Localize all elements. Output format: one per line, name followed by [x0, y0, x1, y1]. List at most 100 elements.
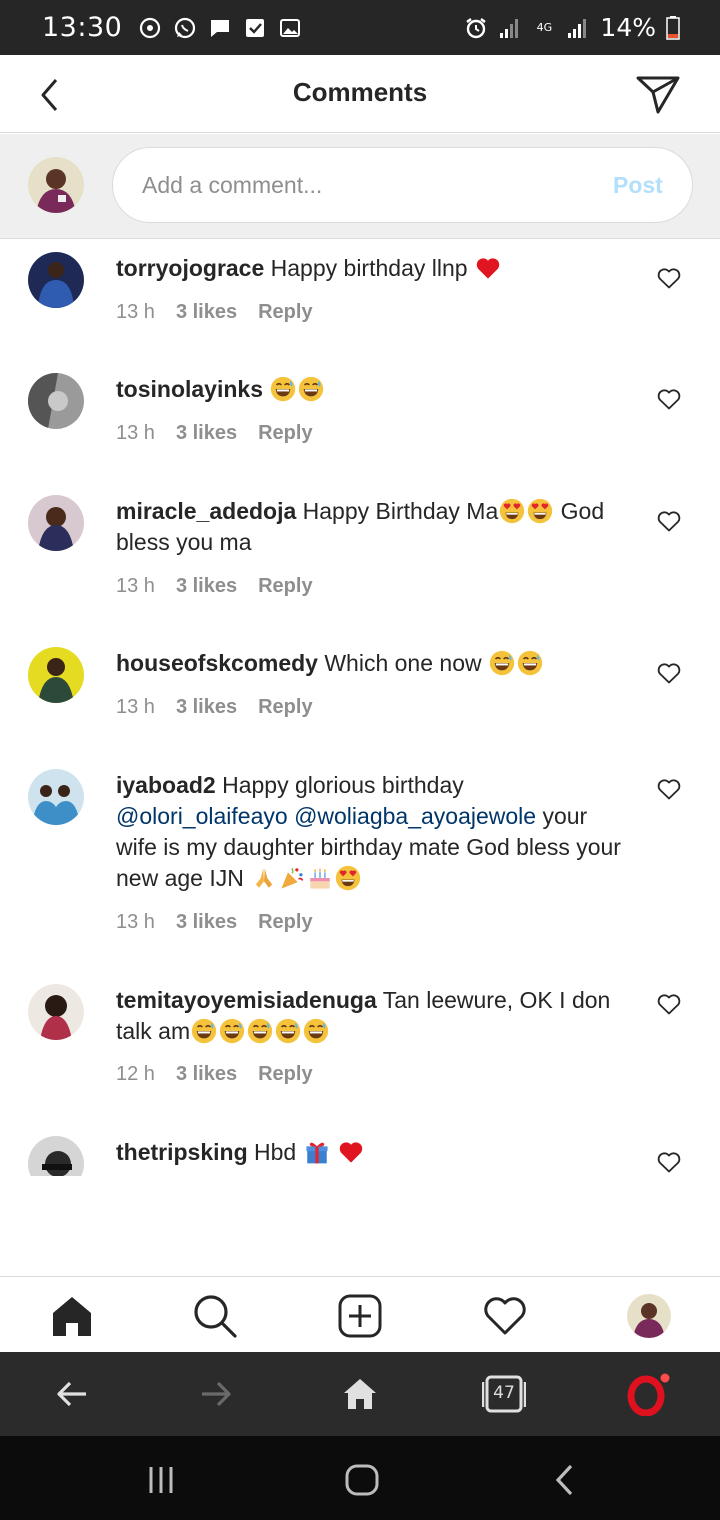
profile-avatar[interactable]	[627, 1294, 671, 1338]
grinning-sweat-icon	[270, 376, 296, 402]
comment-input[interactable]	[112, 147, 693, 223]
home-icon	[344, 1379, 376, 1409]
tab-search[interactable]	[192, 1293, 238, 1339]
like-heart-icon[interactable]	[656, 1150, 682, 1174]
like-heart-icon[interactable]	[656, 661, 682, 685]
comment-likes[interactable]: 3 likes	[176, 422, 237, 445]
home-nav-button[interactable]	[342, 1460, 382, 1500]
comments-header: Comments	[0, 55, 720, 133]
comment-likes[interactable]: 3 likes	[176, 575, 237, 598]
commenter-avatar[interactable]	[28, 769, 84, 825]
reply-button[interactable]: Reply	[258, 575, 312, 598]
reply-button[interactable]: Reply	[258, 1063, 312, 1086]
comment-meta: 13 h 3 likes Reply	[116, 301, 313, 324]
comment-username[interactable]: torryojograce	[116, 255, 264, 281]
tab-new-post[interactable]	[337, 1293, 383, 1339]
red-heart-icon	[338, 1139, 364, 1165]
comment-username[interactable]: temitayoyemisiadenuga	[116, 987, 377, 1013]
mention-link[interactable]: @woliagba_ayoajewole	[294, 803, 536, 829]
commenter-avatar[interactable]	[28, 495, 84, 551]
sync-icon	[138, 16, 162, 40]
comment-time: 13 h	[116, 575, 155, 597]
grinning-sweat-icon	[489, 650, 515, 676]
comment-list[interactable]: torryojograce Happy birthday llnp 13 h 3…	[0, 240, 720, 1176]
like-heart-icon[interactable]	[656, 777, 682, 801]
opera-menu-button[interactable]	[626, 1372, 670, 1416]
heart-eyes-icon	[499, 498, 525, 524]
home-icon	[53, 1297, 91, 1336]
wrapped-gift-icon	[304, 1139, 330, 1165]
commenter-avatar[interactable]	[28, 373, 84, 429]
post-button[interactable]: Post	[613, 172, 663, 199]
like-heart-icon[interactable]	[656, 387, 682, 411]
tab-activity[interactable]	[482, 1293, 528, 1339]
reply-button[interactable]: Reply	[258, 911, 312, 934]
message-icon	[208, 16, 232, 40]
grinning-sweat-icon	[191, 1018, 217, 1044]
signal-icon	[498, 16, 522, 40]
search-icon	[194, 1295, 237, 1338]
alarm-icon	[464, 16, 488, 40]
comment-username[interactable]: thetripsking	[116, 1139, 248, 1165]
like-heart-icon[interactable]	[656, 266, 682, 290]
grinning-sweat-icon	[517, 650, 543, 676]
checkbox-icon	[243, 16, 267, 40]
opera-logo-icon	[627, 1373, 670, 1416]
system-navigation-bar	[0, 1436, 720, 1520]
comment-content: Happy Birthday Ma	[296, 498, 499, 524]
grinning-sweat-icon	[298, 376, 324, 402]
like-heart-icon[interactable]	[656, 992, 682, 1016]
tab-home[interactable]	[49, 1293, 95, 1339]
comment-text: miracle_adedoja Happy Birthday Ma God bl…	[116, 496, 626, 558]
reply-button[interactable]: Reply	[258, 301, 312, 324]
reply-button[interactable]: Reply	[258, 422, 312, 445]
recent-apps-button[interactable]	[141, 1460, 181, 1500]
heart-eyes-icon	[527, 498, 553, 524]
comment-text: thetripsking Hbd	[116, 1137, 626, 1168]
recents-icon	[149, 1467, 173, 1493]
new-post-icon	[338, 1294, 382, 1338]
comment-username[interactable]: tosinolayinks	[116, 376, 263, 402]
comment-meta: 13 h 3 likes Reply	[116, 422, 313, 445]
party-popper-icon	[279, 865, 305, 891]
comment-username[interactable]: miracle_adedoja	[116, 498, 296, 524]
paper-plane-icon	[636, 76, 680, 114]
reply-button[interactable]: Reply	[258, 696, 312, 719]
arrow-left-icon	[57, 1381, 86, 1407]
comment-username[interactable]: houseofskcomedy	[116, 650, 318, 676]
battery-icon	[666, 15, 680, 40]
comment-meta: 13 h 3 likes Reply	[116, 911, 313, 934]
commenter-avatar[interactable]	[28, 1136, 84, 1176]
commenter-avatar[interactable]	[28, 647, 84, 703]
comment-likes[interactable]: 3 likes	[176, 301, 237, 324]
comment-username[interactable]: iyaboad2	[116, 772, 216, 798]
mention-link[interactable]: @olori_olaifeayo	[116, 803, 288, 829]
comment-content: Happy glorious birthday	[215, 772, 464, 798]
own-avatar	[28, 157, 84, 213]
browser-tabs-button[interactable]: 47	[482, 1372, 526, 1416]
comment-text: tosinolayinks	[116, 374, 626, 405]
commenter-avatar[interactable]	[28, 984, 84, 1040]
browser-back-button[interactable]	[50, 1372, 94, 1416]
grinning-sweat-icon	[275, 1018, 301, 1044]
browser-forward-button[interactable]	[194, 1372, 238, 1416]
comment-time: 13 h	[116, 911, 155, 933]
back-nav-button[interactable]	[544, 1460, 584, 1500]
arrow-right-icon	[202, 1381, 231, 1407]
bottom-tab-bar	[0, 1276, 720, 1352]
browser-home-button[interactable]	[338, 1372, 382, 1416]
chevron-left-icon	[555, 1464, 573, 1496]
comment-likes[interactable]: 3 likes	[176, 1063, 237, 1086]
comment-time: 12 h	[116, 1063, 155, 1085]
grinning-sweat-icon	[303, 1018, 329, 1044]
comment-text: iyaboad2 Happy glorious birthday @olori_…	[116, 770, 626, 894]
share-direct-button[interactable]	[636, 73, 680, 117]
comment-content: Hbd	[247, 1139, 303, 1165]
commenter-avatar[interactable]	[28, 252, 84, 308]
like-heart-icon[interactable]	[656, 509, 682, 533]
tab-profile[interactable]	[626, 1293, 672, 1339]
comment-likes[interactable]: 3 likes	[176, 696, 237, 719]
comment-likes[interactable]: 3 likes	[176, 911, 237, 934]
battery-percent: 14%	[600, 13, 656, 42]
comment-content	[263, 376, 269, 402]
